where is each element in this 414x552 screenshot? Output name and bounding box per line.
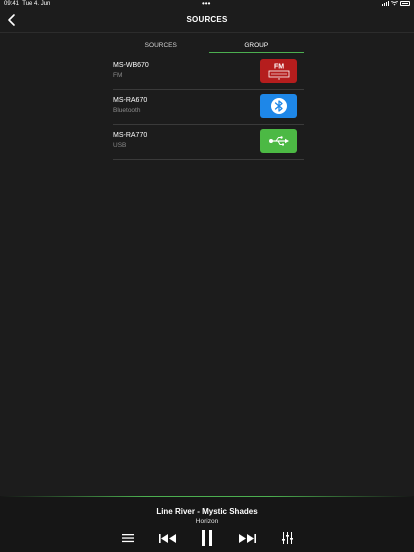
source-list: MS-WB670 FM FM MS-RA670 Bluetooth MS-RA7… bbox=[113, 55, 304, 160]
track-title[interactable]: Line River - Mystic Shades bbox=[0, 507, 414, 516]
page-title: SOURCES bbox=[186, 15, 228, 24]
pause-button[interactable] bbox=[199, 530, 215, 546]
bluetooth-icon[interactable] bbox=[260, 94, 297, 118]
status-clock: 09:41 bbox=[4, 1, 20, 7]
now-playing-bar: Line River - Mystic Shades Horizon bbox=[0, 496, 414, 552]
source-type: FM bbox=[113, 72, 123, 79]
previous-button[interactable] bbox=[158, 530, 178, 546]
status-indicators bbox=[382, 1, 410, 6]
source-type: Bluetooth bbox=[113, 107, 141, 114]
source-name: MS-RA670 bbox=[113, 97, 148, 104]
tab-group[interactable]: GROUP bbox=[208, 40, 304, 53]
list-item[interactable]: MS-RA770 USB bbox=[113, 125, 304, 160]
list-item[interactable]: MS-RA670 Bluetooth bbox=[113, 90, 304, 125]
status-bar: 09:41 Tue 4. Jun ••• bbox=[0, 0, 414, 10]
usb-icon[interactable] bbox=[260, 129, 297, 153]
equalizer-icon bbox=[281, 532, 293, 544]
source-name: MS-RA770 bbox=[113, 132, 148, 139]
wifi-icon bbox=[391, 1, 398, 6]
signal-icon bbox=[382, 1, 389, 6]
multitask-dots[interactable]: ••• bbox=[202, 0, 210, 8]
tab-sources[interactable]: SOURCES bbox=[113, 40, 209, 53]
player-divider bbox=[0, 496, 414, 497]
next-button[interactable] bbox=[237, 530, 257, 546]
status-date: Tue 4. Jun bbox=[22, 1, 51, 7]
queue-button[interactable] bbox=[120, 530, 136, 546]
fm-radio-icon[interactable]: FM bbox=[260, 59, 297, 83]
player-controls bbox=[0, 530, 414, 546]
tab-bar: SOURCES GROUP bbox=[113, 40, 304, 53]
source-type: USB bbox=[113, 142, 127, 149]
menu-icon bbox=[122, 534, 134, 543]
list-item[interactable]: MS-WB670 FM FM bbox=[113, 55, 304, 90]
skip-previous-icon bbox=[159, 533, 176, 543]
status-time: 09:41 Tue 4. Jun bbox=[4, 1, 50, 7]
nav-bar: SOURCES bbox=[0, 10, 414, 33]
fm-badge-text: FM bbox=[273, 64, 283, 71]
skip-next-icon bbox=[239, 533, 256, 543]
track-album: Horizon bbox=[195, 518, 219, 525]
battery-icon bbox=[400, 1, 410, 6]
equalizer-button[interactable] bbox=[279, 530, 295, 546]
pause-icon bbox=[202, 530, 212, 546]
source-name: MS-WB670 bbox=[113, 62, 149, 69]
